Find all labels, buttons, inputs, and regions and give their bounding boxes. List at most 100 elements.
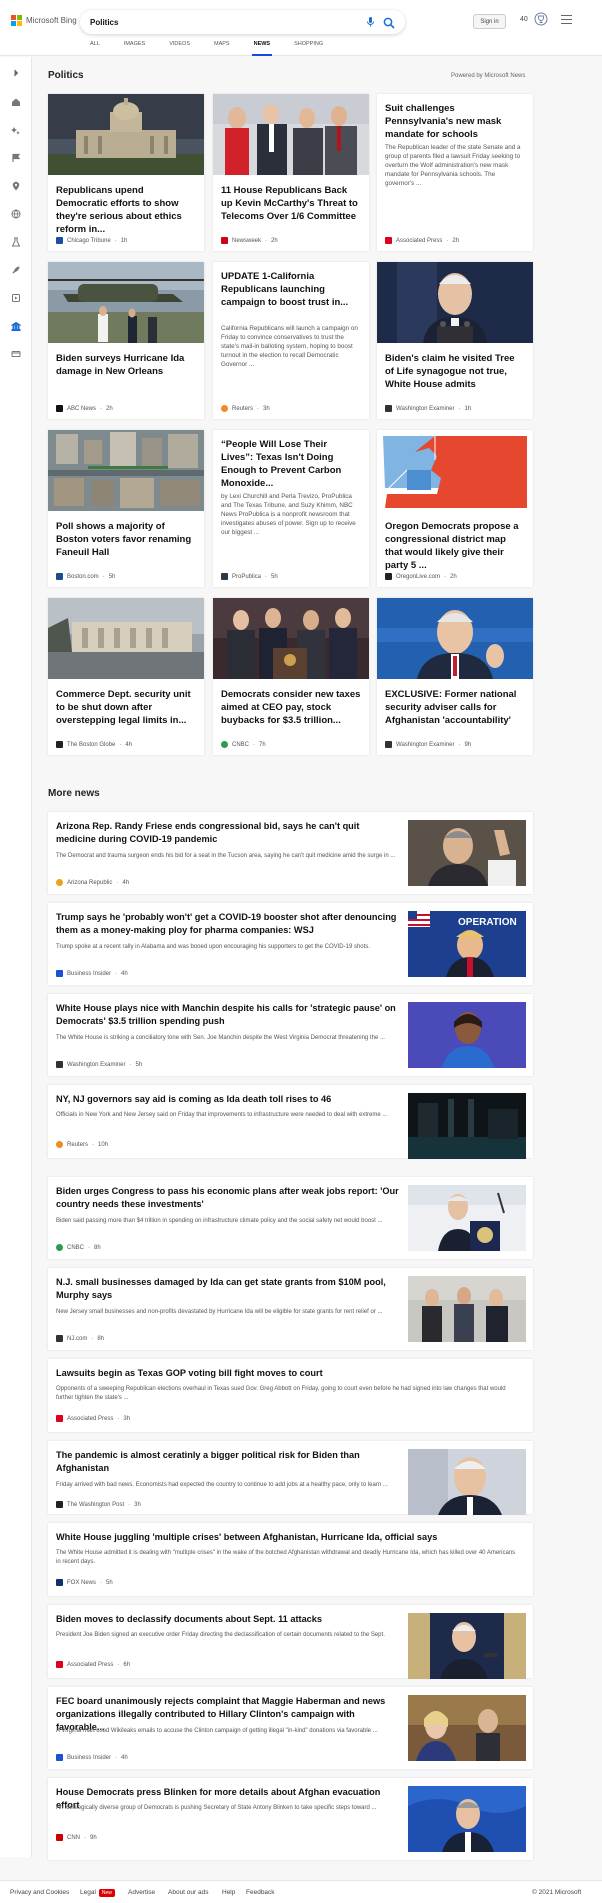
card-source: ProPublica · 5h xyxy=(221,573,278,580)
science-icon[interactable] xyxy=(10,236,22,248)
news-title[interactable]: White House juggling 'multiple crises' b… xyxy=(56,1531,521,1544)
tab-shopping[interactable]: SHOPPING xyxy=(294,41,323,56)
news-card[interactable]: Democrats consider new taxes aimed at CE… xyxy=(213,598,369,755)
news-list-item[interactable]: Trump says he 'probably won't' get a COV… xyxy=(48,903,533,985)
new-badge: New xyxy=(98,1889,115,1897)
news-image-randy-friese xyxy=(408,820,526,886)
news-card[interactable]: EXCLUSIVE: Former national security advi… xyxy=(377,598,533,755)
news-title[interactable]: Biden moves to declassify documents abou… xyxy=(56,1613,401,1626)
card-title[interactable]: Commerce Dept. security unit to be shut … xyxy=(56,688,196,727)
card-title[interactable]: “People Will Lose Their Lives”: Texas Is… xyxy=(221,438,361,490)
card-source: OregonLive.com · 2h xyxy=(385,573,457,580)
card-title[interactable]: Suit challenges Pennsylvania's new mask … xyxy=(385,102,525,141)
news-source: Arizona Republic · 4h xyxy=(56,879,129,886)
source-logo-icon xyxy=(221,405,228,412)
news-list-item[interactable]: House Democrats press Blinken for more d… xyxy=(48,1778,533,1860)
more-news-title: More news xyxy=(48,788,100,799)
news-list-item[interactable]: Biden moves to declassify documents abou… xyxy=(48,1605,533,1679)
source-logo-icon xyxy=(221,237,228,244)
card-title[interactable]: 11 House Republicans Back up Kevin McCar… xyxy=(221,184,361,223)
news-card[interactable]: Biden surveys Hurricane Ida damage in Ne… xyxy=(48,262,204,419)
news-list-item[interactable]: White House plays nice with Manchin desp… xyxy=(48,994,533,1076)
card-source: Associated Press · 2h xyxy=(385,237,459,244)
news-card[interactable]: Poll shows a majority of Boston voters f… xyxy=(48,430,204,587)
footer-copyright: © 2021 Microsoft xyxy=(532,1889,582,1896)
card-title[interactable]: Poll shows a majority of Boston voters f… xyxy=(56,520,196,559)
footer-legal-link[interactable]: Legal New xyxy=(80,1889,115,1897)
news-list-item[interactable]: Biden urges Congress to pass his economi… xyxy=(48,1177,533,1259)
tab-news[interactable]: NEWS xyxy=(251,41,272,56)
news-list-item[interactable]: The pandemic is almost ceratinly a bigge… xyxy=(48,1441,533,1515)
source-logo-icon xyxy=(385,237,392,244)
flag-icon[interactable] xyxy=(10,152,22,164)
footer-advertise-link[interactable]: Advertise xyxy=(128,1889,155,1896)
source-logo-icon xyxy=(56,1415,63,1422)
news-description: Trump spoke at a recent rally in Alabama… xyxy=(56,944,370,950)
news-title[interactable]: NY, NJ governors say aid is coming as Id… xyxy=(56,1093,401,1106)
news-title[interactable]: Trump says he 'probably won't' get a COV… xyxy=(56,911,401,937)
news-list-item[interactable]: N.J. small businesses damaged by Ida can… xyxy=(48,1268,533,1350)
news-card[interactable]: 11 House Republicans Back up Kevin McCar… xyxy=(213,94,369,251)
expand-chevron-icon[interactable] xyxy=(10,67,22,79)
news-image-trump-rally: OPERATION xyxy=(408,911,526,977)
news-card[interactable]: “People Will Lose Their Lives”: Texas Is… xyxy=(213,430,369,587)
news-title[interactable]: The pandemic is almost ceratinly a bigge… xyxy=(56,1449,401,1475)
footer-about-ads-link[interactable]: About our ads xyxy=(168,1889,208,1896)
microphone-icon[interactable] xyxy=(365,17,375,27)
tab-all[interactable]: ALL xyxy=(90,41,100,56)
card-title[interactable]: Biden's claim he visited Tree of Life sy… xyxy=(385,352,525,391)
news-title[interactable]: Arizona Rep. Randy Friese ends congressi… xyxy=(56,820,401,846)
card-title[interactable]: Oregon Democrats propose a congressional… xyxy=(385,520,525,572)
card-title[interactable]: Republicans upend Democratic efforts to … xyxy=(56,184,196,236)
card-title[interactable]: EXCLUSIVE: Former national security advi… xyxy=(385,688,525,727)
news-card[interactable]: Suit challenges Pennsylvania's new mask … xyxy=(377,94,533,251)
news-card[interactable]: Republicans upend Democratic efforts to … xyxy=(48,94,204,251)
news-list-item[interactable]: White House juggling 'multiple crises' b… xyxy=(48,1523,533,1596)
news-image-biden-portrait xyxy=(408,1449,526,1515)
hamburger-menu-icon[interactable] xyxy=(561,15,572,24)
money-icon[interactable] xyxy=(10,348,22,360)
location-pin-icon[interactable] xyxy=(10,180,22,192)
globe-icon[interactable] xyxy=(10,208,22,220)
rewards-points[interactable]: 40 xyxy=(520,16,528,23)
news-card[interactable]: UPDATE 1-California Republicans launchin… xyxy=(213,262,369,419)
footer-privacy-link[interactable]: Privacy and Cookies xyxy=(10,1889,69,1896)
news-title[interactable]: White House plays nice with Manchin desp… xyxy=(56,1002,401,1028)
news-list-item[interactable]: Lawsuits begin as Texas GOP voting bill … xyxy=(48,1359,533,1432)
card-source: Reuters · 3h xyxy=(221,405,270,412)
card-title[interactable]: UPDATE 1-California Republicans launchin… xyxy=(221,270,361,309)
home-icon[interactable] xyxy=(10,96,22,108)
card-title[interactable]: Biden surveys Hurricane Ida damage in Ne… xyxy=(56,352,196,378)
news-list-item[interactable]: FEC board unanimously rejects complaint … xyxy=(48,1687,533,1769)
search-icon[interactable] xyxy=(383,16,395,29)
footer-feedback-link[interactable]: Feedback xyxy=(246,1889,275,1896)
card-title[interactable]: Democrats consider new taxes aimed at CE… xyxy=(221,688,361,727)
rocket-icon[interactable] xyxy=(10,264,22,276)
tab-images[interactable]: IMAGES xyxy=(124,41,145,56)
bing-logo[interactable]: Microsoft Bing xyxy=(11,15,77,26)
sign-in-button[interactable]: Sign in xyxy=(473,14,506,29)
news-image-oregon-district-map xyxy=(377,430,533,511)
news-description: Biden said passing more than $4 trillion… xyxy=(56,1218,383,1224)
card-description: California Republicans will launch a cam… xyxy=(221,325,358,368)
tab-maps[interactable]: MAPS xyxy=(214,41,230,56)
rewards-trophy-icon[interactable] xyxy=(534,12,548,26)
news-title[interactable]: N.J. small businesses damaged by Ida can… xyxy=(56,1276,401,1302)
news-list-item[interactable]: NY, NJ governors say aid is coming as Id… xyxy=(48,1085,533,1159)
card-source: Chicago Tribune · 1h xyxy=(56,237,127,244)
search-box[interactable] xyxy=(80,10,405,34)
news-card[interactable]: Biden's claim he visited Tree of Life sy… xyxy=(377,262,533,419)
news-title[interactable]: Biden urges Congress to pass his economi… xyxy=(56,1185,401,1211)
news-card[interactable]: Commerce Dept. security unit to be shut … xyxy=(48,598,204,755)
news-image-biden-helicopter xyxy=(48,262,204,343)
tab-videos[interactable]: VIDEOS xyxy=(169,41,190,56)
footer-help-link[interactable]: Help xyxy=(222,1889,235,1896)
search-input[interactable] xyxy=(90,17,365,27)
news-image-flooded-subway xyxy=(408,1093,526,1159)
news-card[interactable]: Oregon Democrats propose a congressional… xyxy=(377,430,533,587)
news-title[interactable]: Lawsuits begin as Texas GOP voting bill … xyxy=(56,1367,521,1380)
news-list-item[interactable]: Arizona Rep. Randy Friese ends congressi… xyxy=(48,812,533,894)
sparkle-icon[interactable] xyxy=(10,124,22,136)
politics-building-icon[interactable] xyxy=(10,320,22,332)
entertainment-icon[interactable] xyxy=(10,292,22,304)
